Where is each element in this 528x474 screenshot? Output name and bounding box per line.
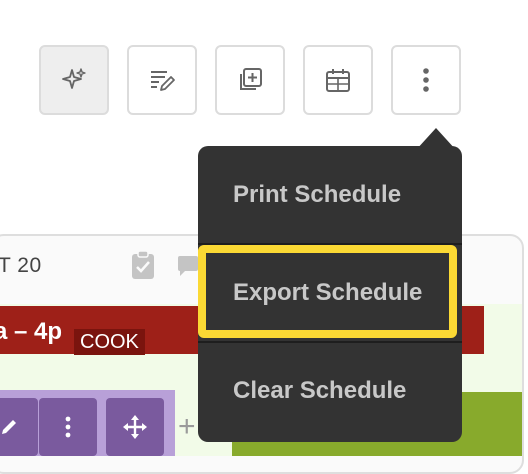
menu-divider: [198, 341, 462, 343]
pencil-icon: [2, 420, 16, 434]
menu-item-print-schedule[interactable]: Print Schedule: [198, 164, 462, 226]
clipboard-icon[interactable]: [130, 250, 156, 285]
edit-shift-button[interactable]: [0, 398, 38, 456]
calendar-button[interactable]: [303, 45, 373, 115]
move-shift-button[interactable]: [106, 398, 164, 456]
edit-notes-icon: [151, 71, 175, 91]
sparkles-icon: [62, 68, 86, 89]
comment-icon[interactable]: [176, 254, 200, 283]
more-vertical-icon: [65, 416, 71, 438]
copy-add-icon: [240, 68, 262, 90]
shift-time: a – 4p: [0, 318, 63, 345]
shift-role-tag: COOK: [74, 329, 145, 355]
ai-assist-button[interactable]: [39, 45, 109, 115]
move-icon: [123, 415, 147, 439]
calendar-icon: [326, 69, 350, 92]
more-options-button[interactable]: [391, 45, 461, 115]
day-header-label: T 20: [0, 254, 42, 277]
shift-more-button[interactable]: [39, 398, 97, 456]
edit-notes-button[interactable]: [127, 45, 197, 115]
duplicate-button[interactable]: [215, 45, 285, 115]
export-highlight-outline: [198, 245, 457, 338]
menu-item-clear-schedule[interactable]: Clear Schedule: [198, 360, 462, 422]
add-shift-icon[interactable]: +: [178, 410, 196, 444]
more-vertical-icon: [423, 68, 429, 92]
